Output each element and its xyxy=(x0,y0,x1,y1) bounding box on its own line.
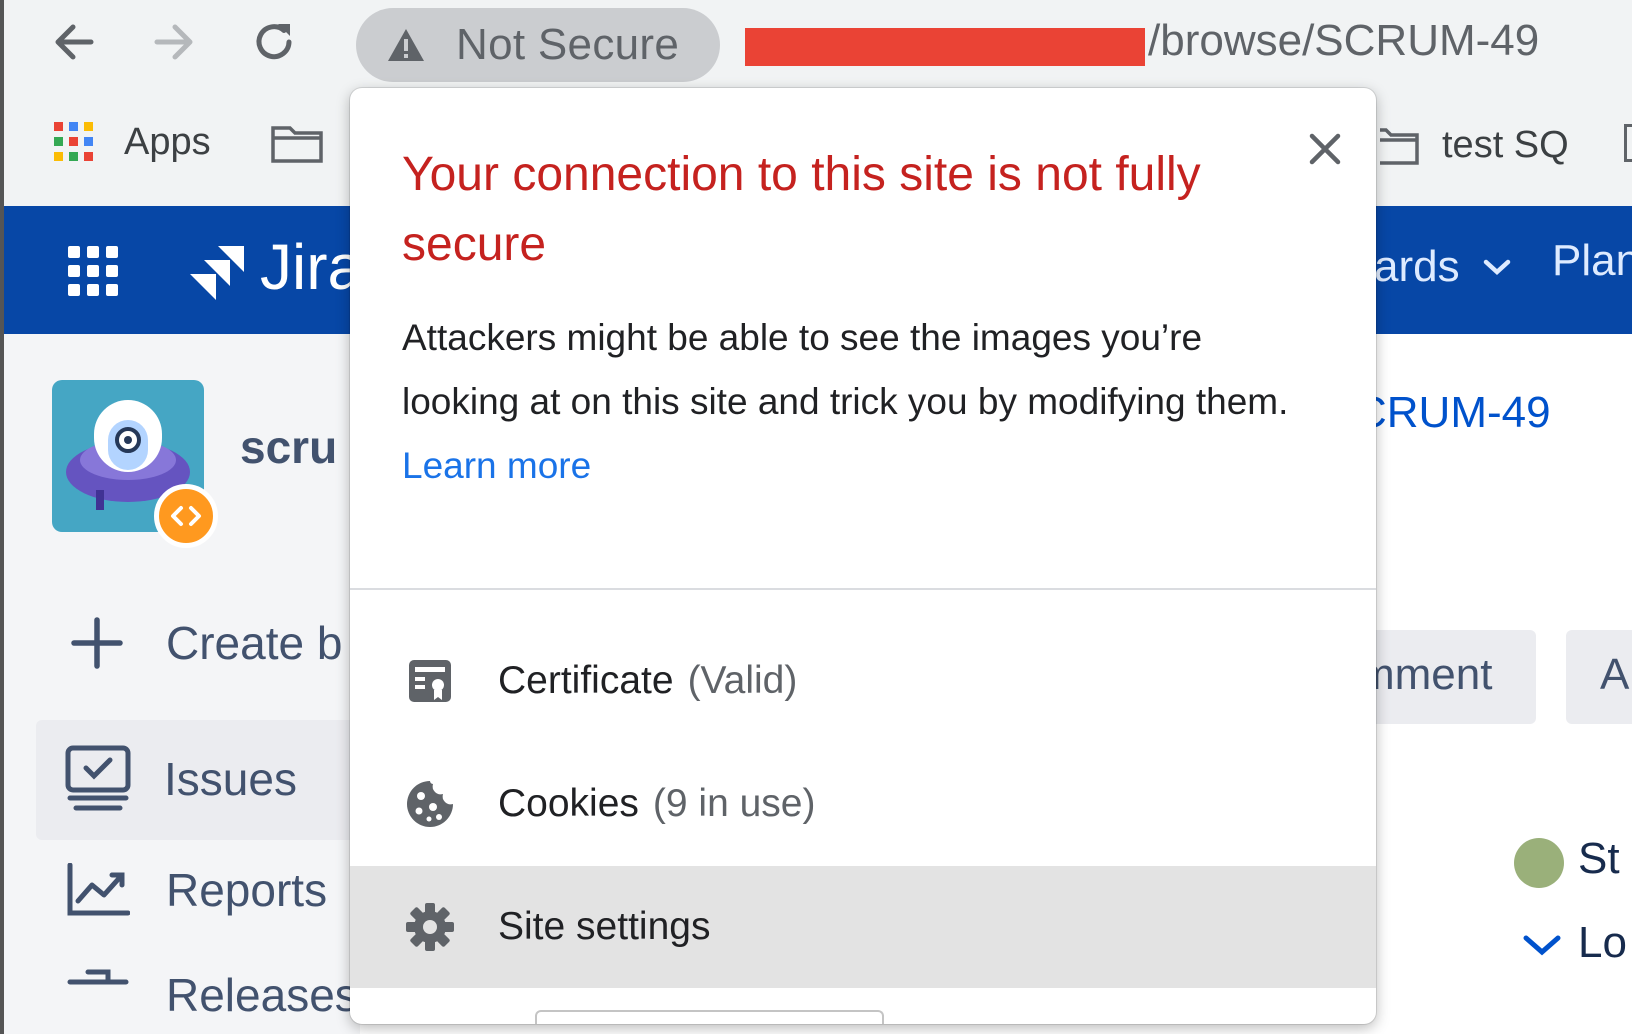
warning-icon xyxy=(388,29,424,61)
bookmark-apps[interactable]: Apps xyxy=(52,120,211,164)
issues-icon xyxy=(65,745,131,811)
cookies-status: (9 in use) xyxy=(652,782,816,825)
avatar xyxy=(1514,838,1564,888)
sidebar-item-label: Issues xyxy=(164,753,297,805)
jira-logo-text[interactable]: Jira xyxy=(260,230,363,304)
jira-logo-icon[interactable] xyxy=(184,242,250,302)
project-name[interactable]: scru xyxy=(240,420,337,474)
cookie-icon xyxy=(407,781,453,827)
sidebar-item-releases[interactable]: Releases xyxy=(66,948,358,1034)
redacted-domain xyxy=(745,28,1145,66)
code-brackets-icon xyxy=(171,506,201,526)
security-label: Not Secure xyxy=(456,20,680,69)
reload-icon xyxy=(256,24,292,60)
connection-warning-body: Attackers might be able to see the image… xyxy=(402,306,1322,498)
sidebar-item-reports[interactable]: Reports xyxy=(66,840,327,940)
sidebar-item-label: Releases xyxy=(166,969,358,1021)
close-button[interactable] xyxy=(1300,124,1350,174)
learn-more-link[interactable]: Learn more xyxy=(402,445,591,486)
action-button-a[interactable]: A xyxy=(1566,630,1632,724)
sidebar-item-label: Reports xyxy=(166,864,328,916)
hover-tooltip xyxy=(535,1010,884,1024)
sidebar-item-issues[interactable]: Issues xyxy=(36,720,376,840)
certificate-row[interactable]: Certificate (Valid) xyxy=(350,620,1376,742)
releases-ship-icon xyxy=(67,969,129,985)
folder-icon xyxy=(271,126,323,163)
bookmark-test-sq[interactable]: test SQ xyxy=(1380,124,1569,167)
cookies-label: Cookies xyxy=(498,782,639,825)
bookmark-folder-1[interactable] xyxy=(270,124,324,169)
certificate-label: Certificate xyxy=(498,659,674,702)
status-partial-text[interactable]: St xyxy=(1578,834,1620,884)
breadcrumb-issue-key[interactable]: CRUM-49 xyxy=(1355,388,1551,438)
bookmark-apps-label: Apps xyxy=(124,120,211,163)
reports-chart-icon xyxy=(67,863,130,916)
site-info-popup: Your connection to this site is not full… xyxy=(350,88,1376,1024)
sidebar-item-label: Create b xyxy=(166,617,343,669)
sidebar-item-create[interactable]: Create b xyxy=(70,616,342,670)
not-secure-chip[interactable]: Not Secure xyxy=(356,8,720,82)
reload-button[interactable] xyxy=(244,12,304,72)
apps-grid-icon xyxy=(54,122,93,161)
url-path[interactable]: /browse/SCRUM-49 xyxy=(1148,16,1539,66)
comment-button-label: mment xyxy=(1358,650,1493,699)
lo-partial-text[interactable]: Lo xyxy=(1578,918,1627,968)
cookies-row[interactable]: Cookies (9 in use) xyxy=(350,743,1376,865)
action-button-a-label: A xyxy=(1600,650,1630,699)
divider xyxy=(350,588,1376,590)
gear-icon xyxy=(406,903,454,951)
bookmark-test-sq-label: test SQ xyxy=(1442,124,1569,166)
certificate-status: (Valid) xyxy=(687,659,798,702)
back-arrow-icon xyxy=(55,24,94,60)
code-badge-icon xyxy=(154,484,218,548)
warning-body-text: Attackers might be able to see the image… xyxy=(402,317,1289,422)
chevron-down-icon xyxy=(1483,259,1510,276)
site-settings-label: Site settings xyxy=(498,905,711,948)
forward-arrow-icon xyxy=(154,24,193,60)
connection-warning-title: Your connection to this site is not full… xyxy=(402,148,1201,271)
back-button[interactable] xyxy=(44,12,104,72)
close-icon xyxy=(1309,133,1341,165)
bookmark-folder-partial[interactable] xyxy=(1624,124,1632,162)
nav-plans[interactable]: Plan xyxy=(1552,236,1632,286)
app-switcher-icon[interactable] xyxy=(66,244,120,298)
plus-icon xyxy=(71,617,123,669)
nav-boards[interactable]: ards xyxy=(1374,242,1512,292)
chevron-down-icon[interactable] xyxy=(1522,932,1562,958)
certificate-icon xyxy=(409,660,451,702)
forward-button[interactable] xyxy=(144,12,204,72)
nav-boards-label: ards xyxy=(1374,242,1460,291)
site-settings-row[interactable]: Site settings xyxy=(350,866,1376,988)
folder-icon xyxy=(1380,127,1419,165)
